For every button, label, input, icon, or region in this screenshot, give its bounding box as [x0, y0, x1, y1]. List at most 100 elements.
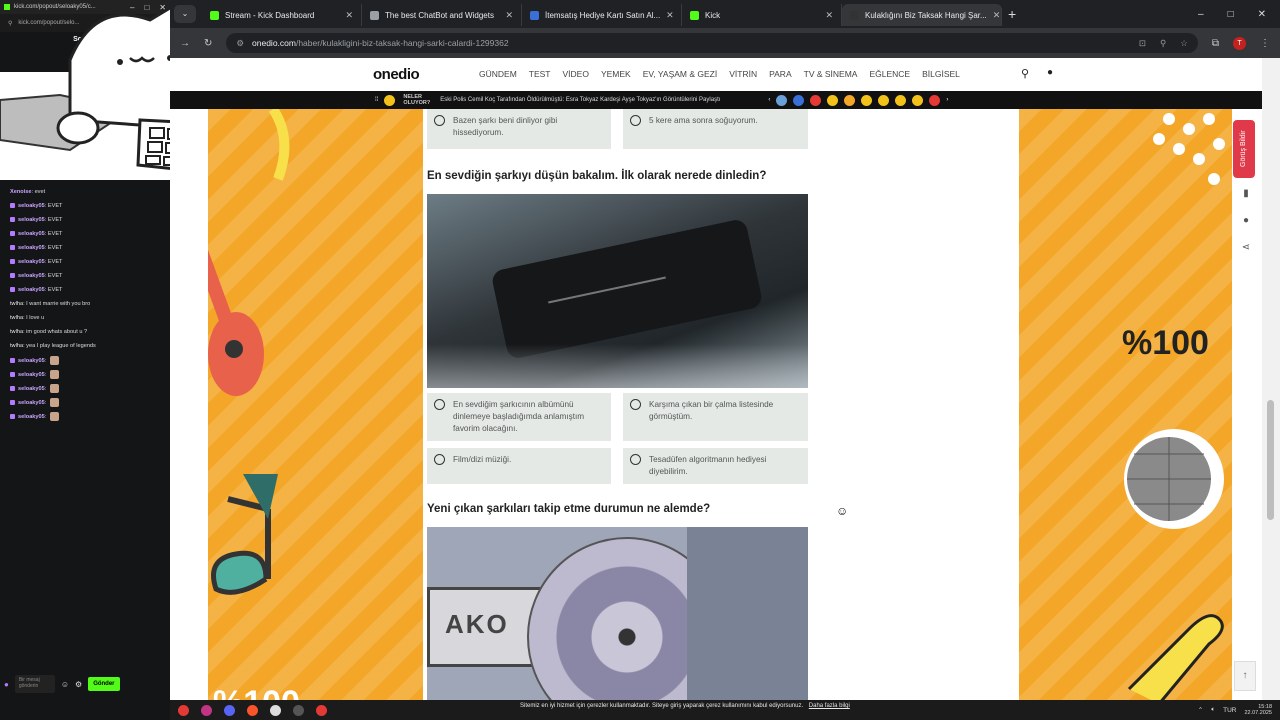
radio-icon[interactable]	[434, 115, 445, 126]
reload-icon[interactable]: ↻	[204, 38, 212, 49]
chat-username[interactable]: twlha	[10, 343, 23, 349]
ticker-next-icon[interactable]: ›	[946, 97, 948, 103]
menu-kebab-icon[interactable]: ⋮	[1260, 38, 1270, 49]
bookmark-icon[interactable]: ▮	[1237, 188, 1255, 202]
tab-close-icon[interactable]: ✕	[666, 10, 674, 21]
chat-username[interactable]: seloaky05	[18, 259, 45, 265]
browser-tab[interactable]: Kulaklığını Biz Taksak Hangi Şar... ✕	[842, 4, 1002, 26]
tray-chevron-icon[interactable]: ⌃	[1198, 706, 1203, 714]
zoom-icon[interactable]: ⚲	[1160, 38, 1166, 49]
reaction-emoji-icon[interactable]	[844, 94, 856, 106]
chat-username[interactable]: seloaky05	[18, 400, 45, 406]
site-logo[interactable]: onedio	[373, 66, 420, 83]
ticker-prev-icon[interactable]: ‹	[768, 97, 770, 103]
radio-icon[interactable]	[630, 454, 641, 465]
chat-username[interactable]: twlha	[10, 301, 23, 307]
site-menu-item[interactable]: TEST	[529, 69, 551, 79]
settings-icon[interactable]: ⚙	[75, 680, 82, 689]
reaction-emoji-icon[interactable]	[929, 94, 941, 106]
quiz-option[interactable]: Tesadüfen algoritmanın hediyesi diyebili…	[623, 448, 808, 484]
site-menu-item[interactable]: YEMEK	[601, 69, 631, 79]
tab-close-icon[interactable]: ✕	[345, 10, 353, 21]
user-icon[interactable]: ●	[1047, 67, 1053, 78]
chat-username[interactable]: seloaky05	[18, 203, 45, 209]
site-menu-item[interactable]: VİDEO	[563, 69, 589, 79]
reaction-emoji-icon[interactable]	[912, 94, 924, 106]
site-settings-icon[interactable]: ⚙	[236, 38, 244, 49]
new-tab-icon[interactable]: +	[1008, 6, 1016, 22]
site-menu-item[interactable]: VİTRİN	[729, 69, 757, 79]
minimize-icon[interactable]: –	[1198, 9, 1204, 20]
radio-icon[interactable]	[434, 399, 445, 410]
obs-app-icon[interactable]	[293, 704, 304, 716]
browser-tab[interactable]: The best ChatBot and Widgets ✕	[362, 4, 522, 26]
tab-close-icon[interactable]: ✕	[825, 10, 833, 21]
reaction-emoji-icon[interactable]	[878, 94, 890, 106]
quiz-option[interactable]: Bazen şarkı beni dinliyor gibi hissediyo…	[427, 109, 611, 149]
radio-icon[interactable]	[630, 399, 641, 410]
chat-username[interactable]: seloaky05	[18, 414, 45, 420]
reaction-emoji-icon[interactable]	[861, 94, 873, 106]
reaction-emoji-icon[interactable]	[810, 94, 822, 106]
chat-username[interactable]: seloaky05	[18, 372, 45, 378]
clock[interactable]: 15:18 22.07.2025	[1244, 704, 1272, 716]
tab-search-icon[interactable]: ⌄	[174, 5, 196, 23]
cookie-more-link[interactable]: Daha fazla bilgi	[809, 703, 850, 709]
send-button[interactable]: Gönder	[88, 677, 120, 691]
chrome-app-icon[interactable]	[270, 704, 281, 716]
chat-username[interactable]: seloaky05	[18, 217, 45, 223]
bookmark-star-icon[interactable]: ☆	[1180, 38, 1188, 49]
grid-icon[interactable]: ⁞⁞	[375, 97, 378, 103]
chat-username[interactable]: seloaky05	[18, 287, 45, 293]
radio-icon[interactable]	[434, 454, 445, 465]
chat-username[interactable]: twlha	[10, 315, 23, 321]
discord-app-icon[interactable]	[224, 704, 235, 716]
quiz-option[interactable]: Karşıma çıkan bir çalma listesinde görmü…	[623, 393, 808, 441]
mic-icon[interactable]: ●	[4, 680, 9, 689]
maximize-icon[interactable]: □	[1228, 9, 1234, 20]
chat-username[interactable]: seloaky05	[18, 386, 45, 392]
chat-username[interactable]: twlha	[10, 329, 23, 335]
site-menu-item[interactable]: TV & SİNEMA	[804, 69, 858, 79]
profile-avatar[interactable]: T	[1233, 36, 1246, 50]
reaction-emoji-icon[interactable]	[827, 94, 839, 106]
scroll-top-button[interactable]: ↑	[1234, 661, 1256, 691]
browser-tab[interactable]: Stream - Kick Dashboard ✕	[202, 4, 362, 26]
chat-username[interactable]: seloaky05	[18, 358, 45, 364]
chat-input[interactable]: Bir mesaj gönderin	[14, 675, 55, 693]
site-menu-item[interactable]: EĞLENCE	[869, 69, 910, 79]
quiz-option[interactable]: En sevdiğim şarkıcının albümünü dinlemey…	[427, 393, 611, 441]
forward-icon[interactable]: →	[180, 38, 190, 49]
tab-close-icon[interactable]: ✕	[505, 10, 513, 21]
ticker-headline[interactable]: Eski Polis Cemil Koç Tarafından Öldürülm…	[440, 97, 720, 103]
brave-app-icon[interactable]	[247, 704, 258, 716]
reaction-emoji-icon[interactable]	[793, 94, 805, 106]
emoji-icon[interactable]: ☺	[61, 680, 69, 689]
chat-username[interactable]: seloaky05	[18, 273, 45, 279]
scrollbar-thumb[interactable]	[1267, 400, 1274, 520]
extensions-icon[interactable]: ⧉	[1212, 38, 1219, 49]
tab-close-icon[interactable]: ✕	[993, 10, 1001, 21]
install-app-icon[interactable]: ⊡	[1139, 38, 1146, 49]
youtube-app-icon[interactable]	[178, 704, 189, 716]
reaction-emoji-icon[interactable]	[776, 94, 788, 106]
quiz-option[interactable]: 5 kere ama sonra soğuyorum.	[623, 109, 808, 149]
omnibox[interactable]: ⚙ onedio.com /haber/kulakligini-biz-taks…	[226, 33, 1198, 53]
site-menu-item[interactable]: EV, YAŞAM & GEZİ	[643, 69, 717, 79]
reaction-emoji-icon[interactable]	[895, 94, 907, 106]
search-icon[interactable]: ⚲	[1021, 67, 1029, 80]
radio-icon[interactable]	[630, 115, 641, 126]
site-menu-item[interactable]: PARA	[769, 69, 792, 79]
page-scrollbar[interactable]	[1262, 58, 1280, 700]
browser-tab[interactable]: Kick ✕	[682, 4, 842, 26]
instagram-app-icon[interactable]	[201, 704, 212, 716]
browser-tab[interactable]: İtemsatış Hediye Kartı Satın Al... ✕	[522, 4, 682, 26]
chat-username[interactable]: Xenoise	[10, 189, 31, 195]
chat-username[interactable]: seloaky05	[18, 245, 45, 251]
language-indicator[interactable]: TUR	[1223, 707, 1236, 714]
close-icon[interactable]: ✕	[1258, 9, 1266, 20]
feedback-button[interactable]: Görüş Bildir	[1233, 120, 1255, 178]
quiz-option[interactable]: Film/dizi müziği.	[427, 448, 611, 484]
comment-icon[interactable]: ●	[1237, 215, 1255, 229]
share-icon[interactable]: ⋖	[1237, 242, 1255, 256]
